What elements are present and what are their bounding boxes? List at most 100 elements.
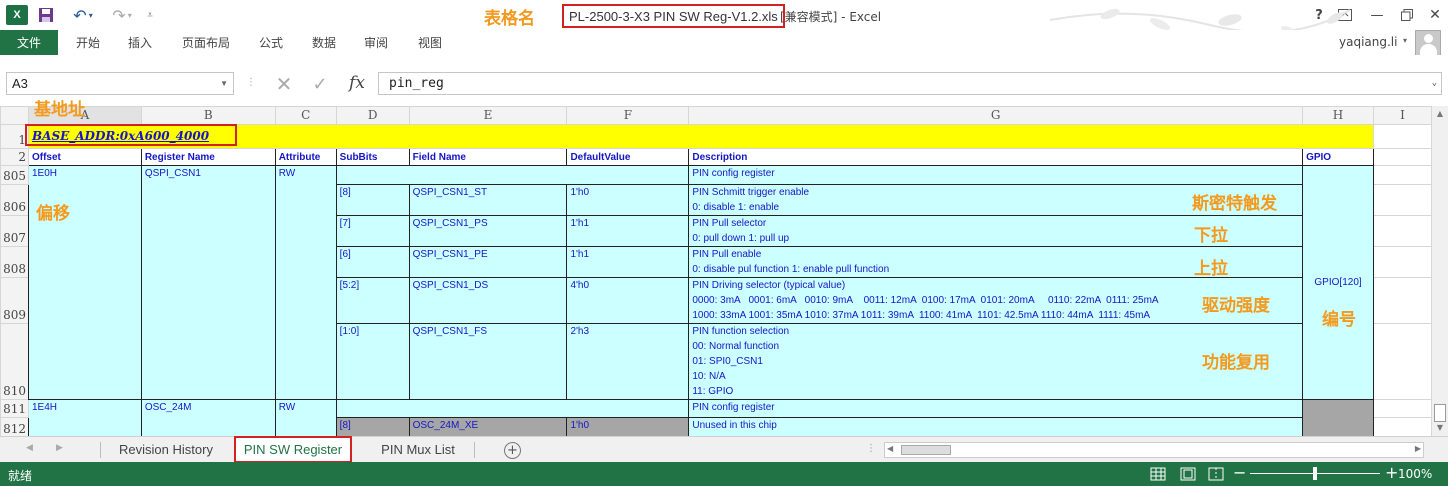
customize-quick-access-button[interactable]: ⩡ [143, 5, 157, 25]
row-header[interactable]: 2 [0, 148, 29, 166]
user-name[interactable]: yaqiang.li [1339, 35, 1397, 49]
scroll-thumb[interactable] [901, 445, 951, 455]
subbits-cell[interactable]: [8] [335, 417, 410, 436]
gpio-cell[interactable]: GPIO[120] [1302, 165, 1375, 400]
column-header[interactable]: F [566, 106, 690, 125]
tab-file[interactable]: 文件 [0, 30, 58, 55]
minimize-button[interactable]: — [1366, 5, 1388, 25]
column-header[interactable]: H [1302, 106, 1375, 125]
field-name-cell[interactable]: QSPI_CSN1_PE [408, 246, 568, 278]
scroll-down-icon[interactable]: ▼ [1432, 420, 1448, 436]
description-cell[interactable]: PIN config register [688, 399, 1304, 418]
chevron-down-icon[interactable]: ▾ [1403, 36, 1407, 45]
description-cell[interactable]: Unused in this chip [688, 417, 1304, 436]
empty-cell[interactable] [1373, 148, 1432, 166]
page-layout-view-icon[interactable] [1180, 466, 1196, 482]
zoom-slider-thumb[interactable] [1313, 467, 1317, 480]
row-header[interactable]: 805 [0, 165, 29, 185]
prev-sheet-icon[interactable]: ◀ [26, 443, 33, 453]
undo-button[interactable]: ↶ ▾ [68, 5, 98, 25]
formula-input[interactable]: pin_reg ⌄ [378, 72, 1442, 95]
tab-insert[interactable]: 插入 [118, 30, 162, 55]
add-sheet-button[interactable]: + [504, 442, 521, 459]
field-name-cell[interactable]: QSPI_CSN1_FS [408, 323, 568, 400]
field-name-cell[interactable]: QSPI_CSN1_ST [408, 184, 568, 216]
scroll-right-icon[interactable]: ▶ [1415, 444, 1421, 453]
normal-view-icon[interactable] [1150, 466, 1166, 482]
scroll-up-icon[interactable]: ▲ [1432, 106, 1448, 122]
default-value-cell[interactable]: 2'h3 [566, 323, 690, 400]
save-button[interactable] [37, 5, 55, 25]
gpio-cell[interactable] [1302, 399, 1375, 436]
tab-view[interactable]: 视图 [408, 30, 452, 55]
help-button[interactable]: ? [1308, 5, 1330, 25]
empty-cell[interactable] [1373, 417, 1432, 436]
tab-splitter-handle[interactable]: ⋮ [866, 443, 876, 454]
insert-function-button[interactable]: fx [344, 71, 370, 95]
row-header[interactable]: 811 [0, 399, 29, 418]
tab-review[interactable]: 审阅 [354, 30, 398, 55]
avatar[interactable] [1415, 30, 1441, 56]
tab-formulas[interactable]: 公式 [250, 30, 292, 55]
subbits-cell[interactable]: [8] [335, 184, 410, 216]
sheet-tab-pin-mux-list[interactable]: PIN Mux List [364, 437, 472, 462]
zoom-level[interactable]: 100% [1398, 467, 1432, 481]
header-register-name[interactable]: Register Name [140, 148, 276, 166]
header-default-value[interactable]: DefaultValue [566, 148, 690, 166]
field-name-cell[interactable]: OSC_24M_XE [408, 417, 568, 436]
column-header[interactable]: B [140, 106, 276, 125]
column-header[interactable]: I [1373, 106, 1432, 125]
zoom-in-button[interactable]: + [1385, 463, 1398, 482]
row-header[interactable]: 812 [0, 417, 29, 436]
default-value-cell[interactable]: 1'h0 [566, 184, 690, 216]
page-break-view-icon[interactable] [1208, 466, 1224, 482]
header-field-name[interactable]: Field Name [408, 148, 568, 166]
tab-page-layout[interactable]: 页面布局 [172, 30, 240, 55]
column-header[interactable]: D [335, 106, 410, 125]
header-attribute[interactable]: Attribute [274, 148, 337, 166]
subbits-cell[interactable]: [5:2] [335, 277, 410, 324]
sheet-tab-pin-sw-register[interactable]: PIN SW Register [234, 436, 352, 463]
description-cell[interactable]: PIN config register [688, 165, 1304, 185]
redo-button[interactable]: ↷ ▾ [107, 5, 137, 25]
next-sheet-icon[interactable]: ▶ [56, 443, 63, 453]
enter-button[interactable]: ✓ [308, 73, 332, 95]
empty-cell[interactable] [335, 165, 690, 185]
name-box[interactable]: A3 ▼ [6, 72, 234, 95]
maximize-button[interactable] [1396, 5, 1418, 25]
row-header[interactable]: 807 [0, 215, 29, 247]
field-name-cell[interactable]: QSPI_CSN1_PS [408, 215, 568, 247]
attribute-cell[interactable]: RW [274, 165, 337, 400]
column-header[interactable]: E [408, 106, 568, 125]
header-subbits[interactable]: SubBits [335, 148, 410, 166]
select-all-corner[interactable] [0, 106, 29, 125]
tab-home[interactable]: 开始 [66, 30, 110, 55]
default-value-cell[interactable]: 1'h1 [566, 246, 690, 278]
empty-cell[interactable] [1373, 124, 1432, 149]
row-header[interactable]: 809 [0, 277, 29, 324]
chevron-down-icon[interactable]: ⌄ [1432, 78, 1437, 88]
chevron-down-icon[interactable]: ▼ [220, 79, 228, 88]
header-offset[interactable]: Offset [27, 148, 142, 166]
cancel-entry-button[interactable]: ✕ [272, 72, 296, 96]
row-header[interactable]: 810 [0, 323, 29, 400]
default-value-cell[interactable]: 1'h1 [566, 215, 690, 247]
tab-data[interactable]: 数据 [302, 30, 346, 55]
horizontal-scrollbar[interactable]: ◀ ▶ [884, 442, 1424, 458]
register-name-cell[interactable]: QSPI_CSN1 [140, 165, 276, 400]
empty-cell[interactable] [335, 399, 690, 418]
empty-cell[interactable] [1373, 323, 1432, 400]
empty-cell[interactable] [1373, 165, 1432, 185]
default-value-cell[interactable]: 1'h0 [566, 417, 690, 436]
column-header[interactable]: G [688, 106, 1304, 125]
subbits-cell[interactable]: [6] [335, 246, 410, 278]
empty-cell[interactable] [1373, 246, 1432, 278]
row-header[interactable]: 806 [0, 184, 29, 216]
zoom-out-button[interactable]: − [1233, 463, 1246, 482]
subbits-cell[interactable]: [1:0] [335, 323, 410, 400]
field-name-cell[interactable]: QSPI_CSN1_DS [408, 277, 568, 324]
default-value-cell[interactable]: 4'h0 [566, 277, 690, 324]
empty-cell[interactable] [1373, 184, 1432, 216]
scroll-left-icon[interactable]: ◀ [887, 444, 893, 453]
register-name-cell[interactable]: OSC_24M [140, 399, 276, 436]
